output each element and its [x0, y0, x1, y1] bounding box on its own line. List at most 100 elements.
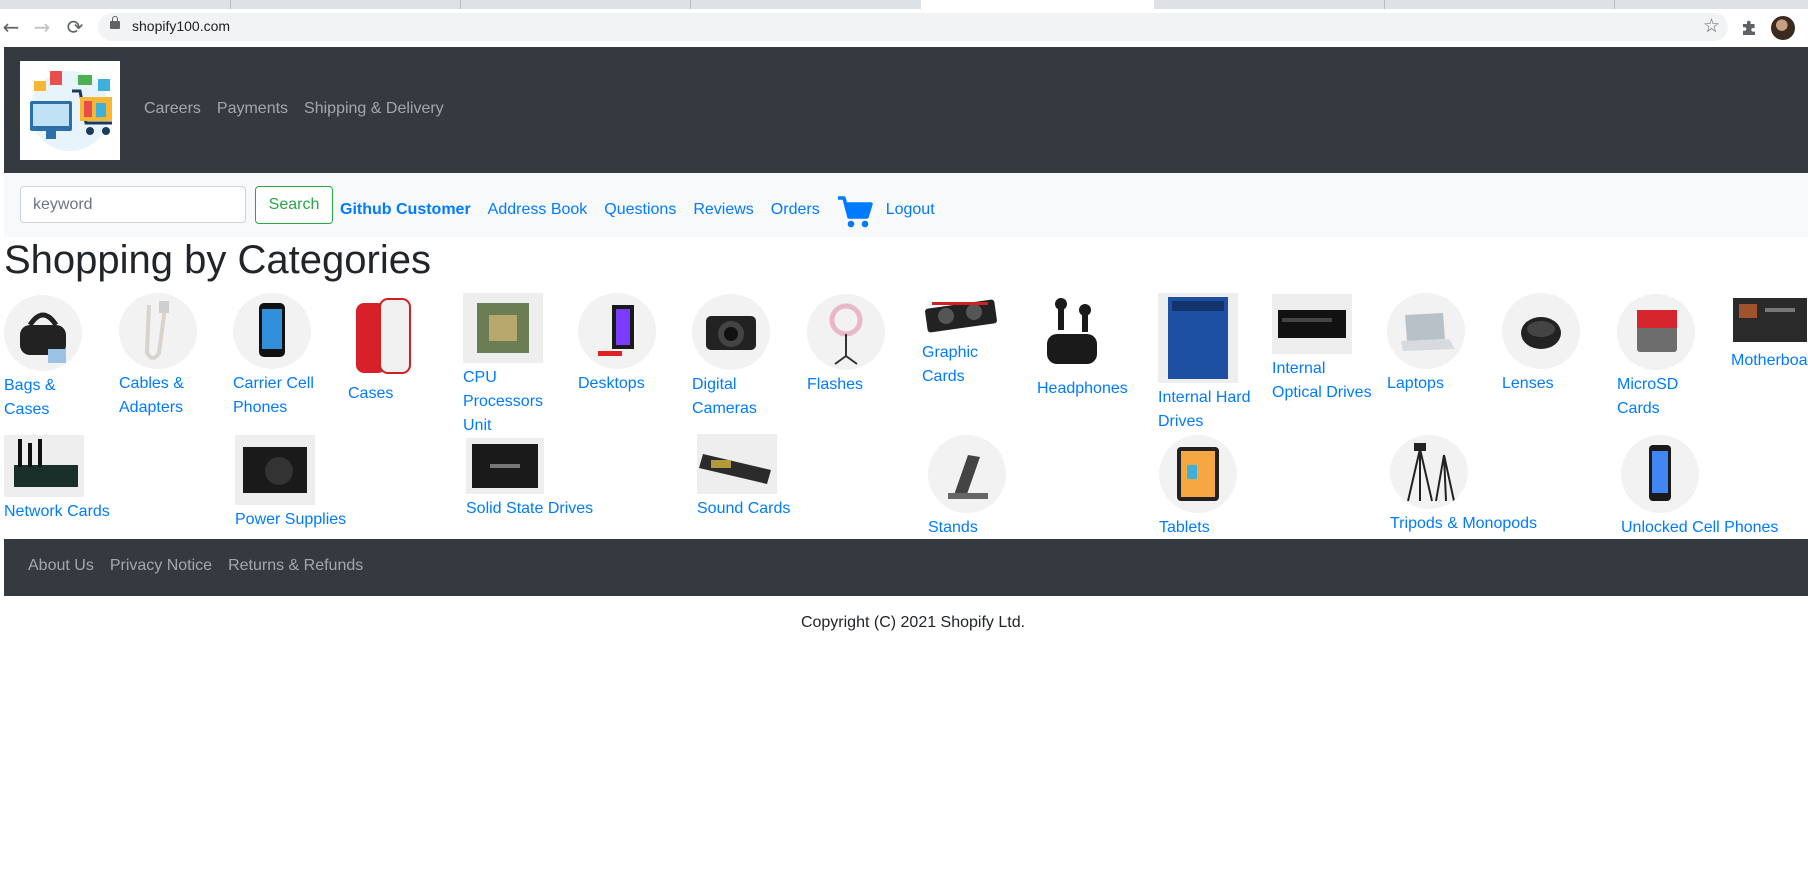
address-book-link[interactable]: Address Book: [488, 201, 588, 219]
network-card-icon: [4, 435, 84, 497]
category-label: Cables & Adapters: [119, 375, 184, 416]
lock-icon: [110, 16, 120, 29]
category-network-cards[interactable]: Network Cards: [4, 435, 204, 524]
category-cables-adapters[interactable]: Cables & Adapters: [119, 293, 219, 420]
category-carrier-cell-phones[interactable]: Carrier Cell Phones: [233, 293, 333, 420]
copyright-text: Copyright (C) 2021 Shopify Ltd.: [800, 614, 1026, 631]
category-laptops[interactable]: Laptops: [1387, 293, 1487, 396]
active-tab[interactable]: [921, 0, 1154, 9]
category-label: CPU Processors Unit: [463, 369, 544, 434]
category-power-supplies[interactable]: Power Supplies: [235, 435, 435, 532]
tablet-icon: [1159, 435, 1237, 513]
ssd-icon: [466, 438, 544, 494]
sd-card-icon: [1617, 294, 1695, 370]
url-text[interactable]: shopify100.com: [132, 18, 230, 34]
category-unlocked-cell-phones[interactable]: Unlocked Cell Phones: [1621, 435, 1808, 540]
shopping-cart-icon[interactable]: [837, 195, 873, 229]
category-label: Unlocked Cell Phones: [1621, 519, 1779, 536]
category-label: Network Cards: [4, 503, 110, 520]
desktop-icon: [578, 293, 656, 369]
cable-icon: [119, 293, 197, 369]
category-label: Lenses: [1502, 375, 1554, 392]
category-sound-cards[interactable]: Sound Cards: [697, 434, 897, 521]
back-arrow-icon[interactable]: ←: [0, 14, 24, 40]
extensions-puzzle-icon[interactable]: [1740, 19, 1758, 37]
category-label: Tripods & Monopods: [1390, 515, 1538, 532]
psu-icon: [235, 435, 315, 505]
category-tripods-monopods[interactable]: Tripods & Monopods: [1390, 435, 1590, 536]
bookmark-star-icon[interactable]: ☆: [1703, 15, 1720, 37]
account-links: Github Customer Address Book Questions R…: [340, 191, 952, 229]
browser-toolbar: ← → ⟳ shopify100.com ☆: [0, 9, 1808, 45]
earbuds-icon: [1047, 298, 1097, 364]
category-digital-cameras[interactable]: Digital Cameras: [692, 294, 792, 421]
category-solid-state-drives[interactable]: Solid State Drives: [466, 438, 666, 521]
category-label: Internal Hard Drives: [1158, 389, 1251, 430]
category-label: Bags & Cases: [4, 377, 56, 418]
account-nav: Search Github Customer Address Book Ques…: [4, 173, 1808, 237]
header-nav: Careers Payments Shipping & Delivery: [144, 100, 444, 118]
payments-link[interactable]: Payments: [217, 100, 288, 118]
category-tablets[interactable]: Tablets: [1159, 435, 1359, 540]
category-lenses[interactable]: Lenses: [1502, 293, 1602, 396]
category-motherboards[interactable]: Motherboards: [1731, 294, 1808, 373]
category-label: Solid State Drives: [466, 500, 594, 517]
phone-icon: [233, 293, 311, 369]
bag-icon: [4, 295, 82, 371]
category-flashes[interactable]: Flashes: [807, 294, 907, 397]
category-internal-hard-drives[interactable]: Internal Hard Drives: [1158, 293, 1258, 434]
search-button[interactable]: Search: [255, 186, 333, 224]
phone-case-icon: [356, 298, 411, 374]
search-input[interactable]: [20, 186, 246, 223]
lens-icon: [1502, 293, 1580, 369]
category-headphones[interactable]: Headphones: [1037, 294, 1137, 401]
category-graphic-cards[interactable]: Graphic Cards: [922, 294, 1022, 389]
reviews-link[interactable]: Reviews: [693, 201, 753, 219]
category-label: Desktops: [578, 375, 645, 392]
logout-link[interactable]: Logout: [886, 201, 935, 219]
tripod-icon: [1390, 435, 1468, 509]
motherboard-icon: [1733, 298, 1807, 342]
about-us-link[interactable]: About Us: [28, 557, 94, 575]
category-label: Sound Cards: [697, 500, 791, 517]
shipping-delivery-link[interactable]: Shipping & Delivery: [304, 100, 444, 118]
page-title: Shopping by Categories: [4, 238, 431, 282]
orders-link[interactable]: Orders: [771, 201, 820, 219]
browser-tab-strip: [0, 0, 1808, 9]
profile-avatar[interactable]: [1771, 16, 1795, 40]
sound-card-icon: [697, 434, 777, 494]
optical-drive-icon: [1272, 294, 1352, 354]
ring-light-icon: [807, 294, 885, 370]
category-label: MicroSD Cards: [1617, 376, 1679, 417]
category-desktops[interactable]: Desktops: [578, 293, 678, 396]
site-footer: About Us Privacy Notice Returns & Refund…: [4, 539, 1808, 596]
category-label: Carrier Cell Phones: [233, 375, 314, 416]
returns-refunds-link[interactable]: Returns & Refunds: [228, 557, 363, 575]
category-internal-optical-drives[interactable]: Internal Optical Drives: [1272, 294, 1372, 405]
category-cpu-processors-unit[interactable]: CPU Processors Unit: [463, 293, 563, 438]
footer-nav: About Us Privacy Notice Returns & Refund…: [28, 557, 363, 575]
category-label: Motherboards: [1731, 352, 1808, 369]
customer-name-link[interactable]: Github Customer: [340, 201, 471, 219]
gpu-icon: [925, 299, 997, 333]
hdd-icon: [1158, 293, 1238, 383]
category-microsd-cards[interactable]: MicroSD Cards: [1617, 294, 1717, 421]
cpu-icon: [463, 293, 543, 363]
address-bar[interactable]: shopify100.com ☆: [98, 13, 1728, 41]
category-cases[interactable]: Cases: [348, 295, 448, 406]
site-header: Careers Payments Shipping & Delivery: [4, 47, 1808, 173]
forward-arrow-icon[interactable]: →: [29, 14, 55, 40]
careers-link[interactable]: Careers: [144, 100, 201, 118]
category-bags-cases[interactable]: Bags & Cases: [4, 295, 104, 422]
shopping-cart-illustration-icon: [30, 71, 112, 151]
reload-icon[interactable]: ⟳: [62, 14, 88, 40]
category-label: Flashes: [807, 376, 864, 393]
questions-link[interactable]: Questions: [604, 201, 676, 219]
privacy-notice-link[interactable]: Privacy Notice: [110, 557, 212, 575]
stand-icon: [928, 435, 1006, 513]
camera-icon: [692, 294, 770, 370]
site-logo[interactable]: [20, 61, 120, 160]
category-stands[interactable]: Stands: [928, 435, 1128, 540]
category-label: Digital Cameras: [692, 376, 757, 417]
category-label: Tablets: [1159, 519, 1210, 536]
